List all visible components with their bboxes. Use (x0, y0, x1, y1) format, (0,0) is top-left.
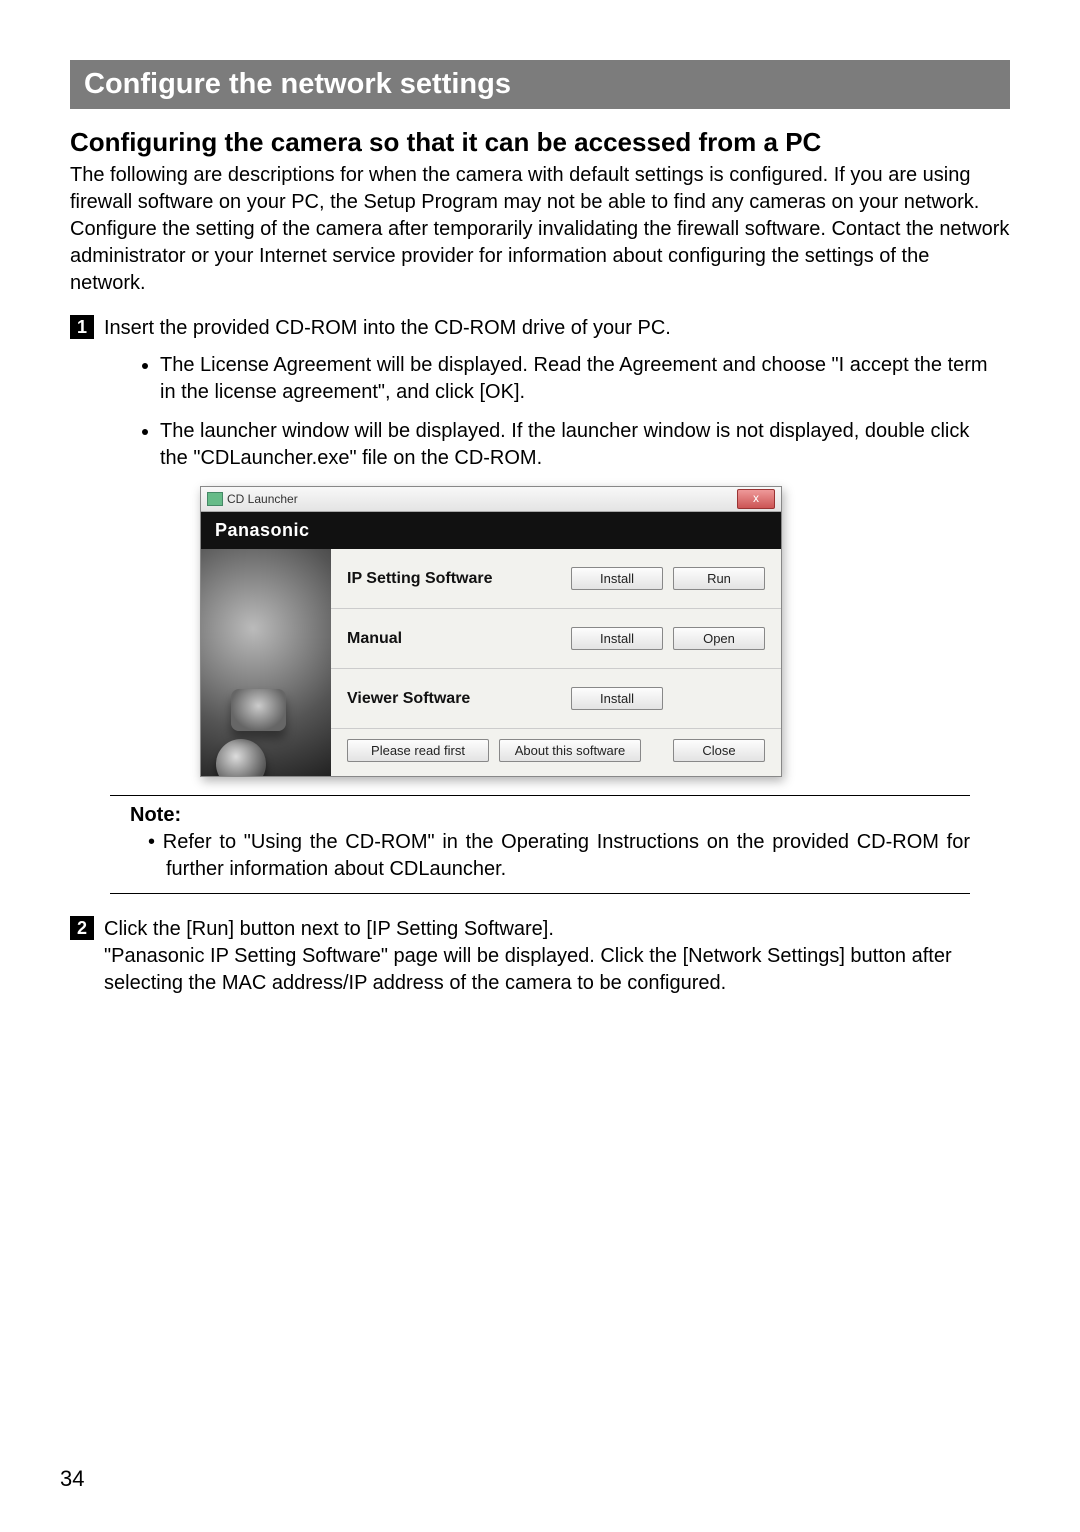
note-text: Refer to "Using the CD-ROM" in the Opera… (110, 829, 970, 883)
row-label: Manual (347, 630, 561, 648)
launcher-body: IP Setting Software Install Run Manual I… (201, 549, 781, 776)
bullet-item: The launcher window will be displayed. I… (160, 418, 1010, 472)
close-button[interactable]: Close (673, 739, 765, 762)
step-2-line2: "Panasonic IP Setting Software" page wil… (104, 945, 952, 994)
window-titlebar: CD Launcher x (201, 487, 781, 512)
subheading: Configuring the camera so that it can be… (70, 127, 1010, 158)
row-manual: Manual Install Open (331, 609, 781, 669)
step-1-bullets: The License Agreement will be displayed.… (70, 352, 1010, 472)
app-icon (207, 492, 223, 506)
row-ip-setting-software: IP Setting Software Install Run (331, 549, 781, 609)
brand-bar: Panasonic (201, 512, 781, 549)
step-1-text: Insert the provided CD-ROM into the CD-R… (104, 315, 671, 342)
launcher-footer: Please read first About this software Cl… (331, 729, 781, 776)
step-2-line1: Click the [Run] button next to [IP Setti… (104, 918, 554, 940)
window-title: CD Launcher (227, 492, 298, 506)
step-number-badge: 1 (70, 315, 94, 339)
page-number: 34 (60, 1466, 84, 1492)
close-icon[interactable]: x (737, 489, 775, 509)
step-number-badge: 2 (70, 916, 94, 940)
manual-page: Configure the network settings Configuri… (0, 0, 1080, 1532)
install-button[interactable]: Install (571, 687, 663, 710)
step-1: 1 Insert the provided CD-ROM into the CD… (70, 315, 1010, 342)
row-label: IP Setting Software (347, 570, 561, 588)
section-banner: Configure the network settings (70, 60, 1010, 109)
note-title: Note: (130, 804, 970, 827)
row-label: Viewer Software (347, 690, 561, 708)
note-block: Note: Refer to "Using the CD-ROM" in the… (110, 795, 970, 894)
row-viewer-software: Viewer Software Install (331, 669, 781, 729)
camera-product-image (201, 549, 331, 776)
cd-launcher-window: CD Launcher x Panasonic IP Setting Softw… (200, 486, 782, 777)
bullet-item: The License Agreement will be displayed.… (160, 352, 1010, 406)
about-software-button[interactable]: About this software (499, 739, 641, 762)
run-button[interactable]: Run (673, 567, 765, 590)
open-button[interactable]: Open (673, 627, 765, 650)
step-2: 2 Click the [Run] button next to [IP Set… (70, 916, 1010, 997)
install-button[interactable]: Install (571, 567, 663, 590)
launcher-rows: IP Setting Software Install Run Manual I… (331, 549, 781, 776)
please-read-first-button[interactable]: Please read first (347, 739, 489, 762)
intro-paragraph: The following are descriptions for when … (70, 162, 1010, 297)
install-button[interactable]: Install (571, 627, 663, 650)
step-2-text: Click the [Run] button next to [IP Setti… (104, 916, 1010, 997)
